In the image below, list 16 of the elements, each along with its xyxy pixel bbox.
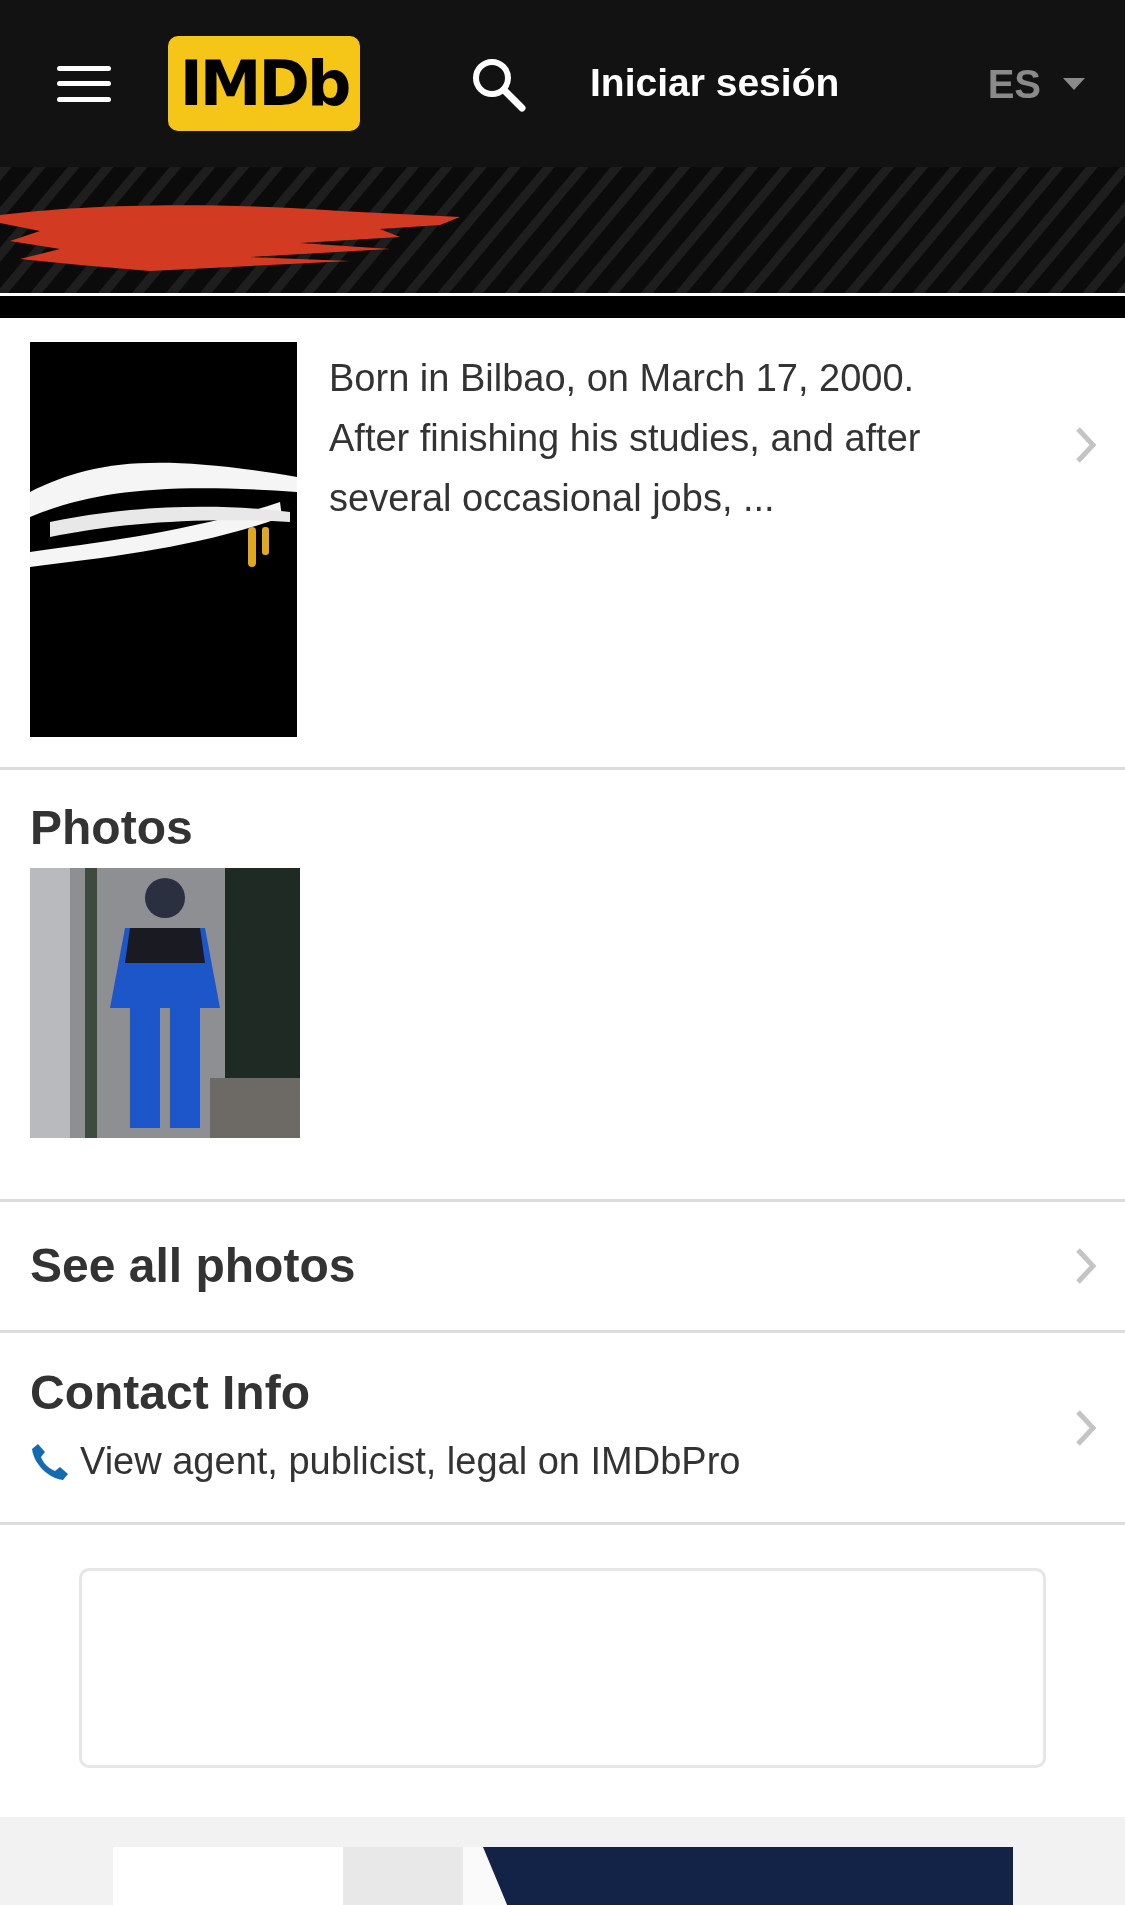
bio-row[interactable]: Born in Bilbao, on March 17, 2000. After finishing his studies, and after several occasional jobs, ... (0, 318, 1125, 770)
section-heading: Photos (30, 800, 193, 856)
menu-icon[interactable] (57, 63, 111, 104)
imdbpro-link-text: View agent, publicist, legal on IMDbPro (80, 1439, 741, 1484)
phone-icon (30, 1441, 70, 1482)
chevron-right-icon (1075, 1247, 1097, 1285)
language-selector[interactable]: ES (987, 53, 1085, 114)
section-heading: Contact Info (30, 1365, 310, 1421)
chevron-right-icon (1075, 426, 1097, 464)
caret-down-icon (1063, 77, 1085, 90)
contact-info-row[interactable]: Contact Info View agent, publicist, legal on IMDbPro (0, 1333, 1125, 1525)
bio-text: Born in Bilbao, on March 17, 2000. After finishing his studies, and after several occasional jobs, ... (329, 356, 922, 521)
sign-in-link[interactable]: Iniciar sesión (590, 54, 840, 113)
chevron-right-icon (1075, 1408, 1097, 1447)
logo[interactable]: IMDb (168, 36, 360, 131)
see-all-photos-link[interactable]: See all photos (0, 1202, 1125, 1333)
